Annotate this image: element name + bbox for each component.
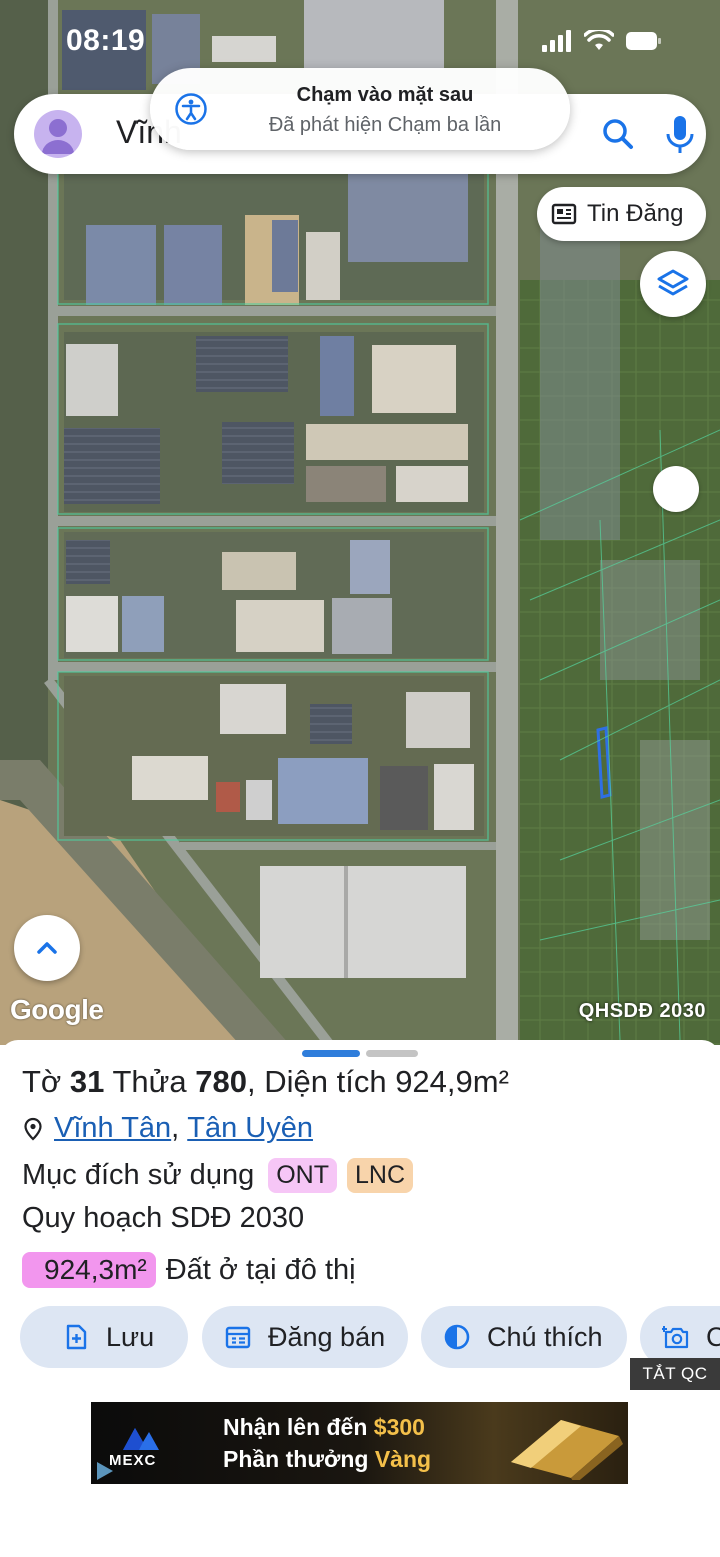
ad-brand: MEXC	[109, 1452, 157, 1469]
parcel-info-sheet: Tờ 31 Thửa 780, Diện tích 924,9m² Vĩnh T…	[0, 1040, 720, 1557]
ad-headline-amount: $300	[373, 1414, 425, 1440]
ad-subline-highlight: Vàng	[374, 1446, 432, 1472]
news-chip-label: Tin Đăng	[587, 200, 684, 227]
add-document-icon	[66, 1324, 87, 1350]
save-button[interactable]: Lưu	[20, 1306, 188, 1368]
microphone-icon[interactable]	[658, 110, 702, 158]
land-use-purpose-row: Mục đích sử dụng ONT LNC	[22, 1158, 413, 1193]
location-separator: ,	[171, 1112, 180, 1144]
sheet-page-indicator	[366, 1050, 418, 1057]
ad-subline: Phần thưởng Vàng	[223, 1446, 431, 1473]
user-avatar-icon	[42, 119, 74, 154]
save-button-label: Lưu	[106, 1321, 155, 1352]
legend-button[interactable]: Chú thích	[421, 1306, 627, 1368]
purpose-tag-lnc[interactable]: LNC	[346, 1158, 413, 1193]
sheet-page-indicator-active	[302, 1050, 360, 1057]
sheet-handle[interactable]	[302, 1050, 418, 1057]
area-value: 924,9m²	[395, 1064, 509, 1099]
news-listings-chip[interactable]: Tin Đăng	[537, 187, 706, 241]
battery-icon	[626, 32, 661, 50]
purpose-tag-ont[interactable]: ONT	[268, 1158, 337, 1193]
district-link[interactable]: Tân Uyên	[187, 1112, 313, 1145]
ad-play-icon	[97, 1462, 113, 1480]
layers-icon	[657, 269, 689, 296]
chevron-up-icon	[37, 942, 57, 954]
cellular-signal-icon	[542, 30, 571, 52]
action-bar: Lưu Đăng bán Chú thích C	[20, 1306, 720, 1368]
toast-title: Chạm vào mặt sau	[296, 84, 474, 106]
toast-subtitle: Đã phát hiện Chạm ba lần	[268, 114, 502, 136]
plan-area-badge: 924,3m²	[22, 1252, 156, 1288]
wifi-icon	[584, 30, 614, 50]
sheet-label: Tờ	[22, 1064, 62, 1099]
back-tap-toast: Chạm vào mặt sau Đã phát hiện Chạm ba lầ…	[150, 68, 570, 150]
newspaper-icon	[551, 203, 577, 225]
ad-headline-text: Nhận lên đến	[223, 1414, 374, 1440]
satellite-map[interactable]: 08:19 Vĩnh Chạm vào mặt sau Đã phát hiện…	[0, 0, 720, 1045]
map-layer-label: QHSDĐ 2030	[578, 1000, 706, 1022]
avatar[interactable]	[34, 110, 82, 158]
ad-banner[interactable]: MEXC Nhận lên đến $300 Phần thưởng Vàng	[91, 1402, 628, 1484]
sheet-number: 31	[69, 1064, 105, 1099]
plan-area-row: 924,3m² Đất ở tại đô thị	[22, 1252, 356, 1288]
lot-label: Thửa	[112, 1064, 187, 1099]
add-photo-icon	[662, 1326, 689, 1349]
search-icon[interactable]	[596, 112, 640, 156]
status-icons	[542, 30, 662, 52]
listing-icon	[225, 1326, 251, 1349]
mexc-logo-icon	[123, 1428, 159, 1450]
post-for-sale-label: Đăng bán	[268, 1321, 386, 1352]
gold-bar-image	[511, 1420, 623, 1480]
status-time: 08:19	[66, 24, 146, 57]
legend-button-label: Chú thích	[487, 1321, 603, 1352]
add-photo-label: C	[706, 1321, 720, 1352]
google-logo: Google	[10, 994, 104, 1025]
expand-sheet-button[interactable]	[14, 915, 80, 981]
location-row: Vĩnh Tân , Tân Uyên	[22, 1112, 313, 1145]
post-for-sale-button[interactable]: Đăng bán	[202, 1306, 408, 1368]
location-pin-icon	[24, 1117, 42, 1141]
layers-button[interactable]	[640, 251, 706, 317]
plan-label: Quy hoạch SDĐ 2030	[22, 1202, 305, 1234]
parcel-title: Tờ 31 Thửa 780, Diện tích 924,9m²	[22, 1064, 509, 1099]
area-label: Diện tích	[264, 1064, 387, 1099]
ad-headline: Nhận lên đến $300	[223, 1414, 425, 1441]
ad-subline-text: Phần thưởng	[223, 1446, 375, 1472]
ward-link[interactable]: Vĩnh Tân	[54, 1112, 171, 1145]
purpose-label: Mục đích sử dụng	[22, 1159, 255, 1191]
lot-number: 780	[195, 1064, 247, 1099]
map-drag-handle[interactable]	[653, 466, 699, 512]
plan-area-description: Đất ở tại đô thị	[165, 1253, 356, 1286]
contrast-icon	[444, 1324, 470, 1350]
hide-ads-button[interactable]: TẮT QC	[630, 1358, 720, 1390]
